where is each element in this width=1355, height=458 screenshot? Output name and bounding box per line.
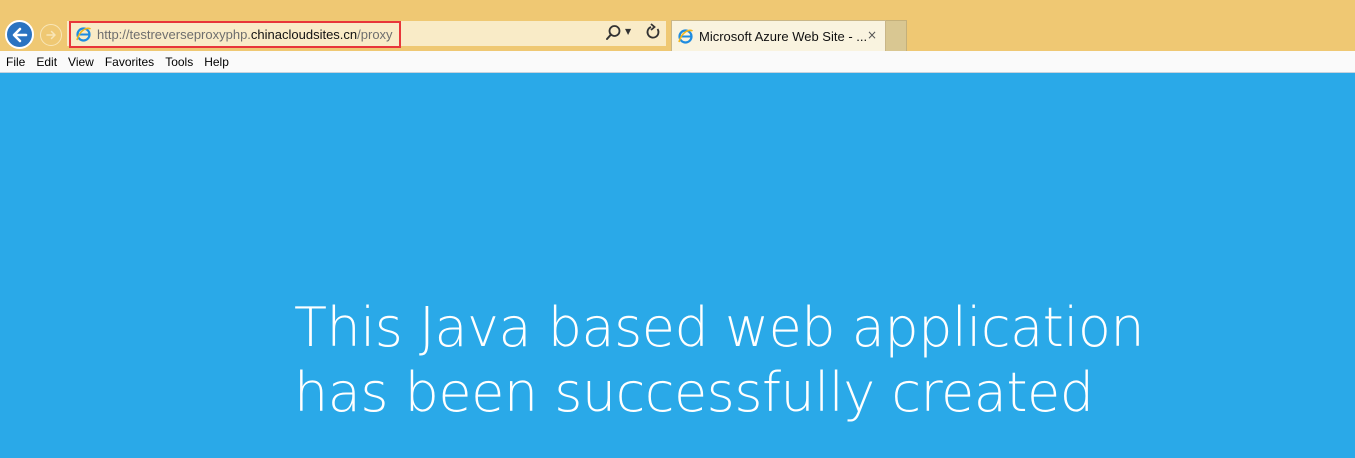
page-headline: This Java based web application has been… (294, 295, 1145, 425)
forward-button[interactable] (40, 24, 62, 46)
menu-help[interactable]: Help (204, 55, 229, 69)
internet-explorer-icon (76, 27, 91, 42)
url-text[interactable]: http://testreverseproxyphp.chinacloudsit… (97, 27, 393, 42)
browser-tab[interactable]: Microsoft Azure Web Site - ... × (671, 20, 886, 51)
page-content: This Java based web application has been… (0, 73, 1355, 458)
headline-line-1: This Java based web application (294, 296, 1145, 359)
back-arrow-icon (12, 27, 27, 42)
new-tab-button[interactable] (886, 20, 907, 51)
tab-title: Microsoft Azure Web Site - ... (699, 28, 868, 44)
search-icon[interactable] (605, 24, 622, 42)
back-button[interactable] (5, 20, 34, 49)
menu-edit[interactable]: Edit (36, 55, 57, 69)
dropdown-arrow-icon[interactable]: ▼ (625, 27, 631, 36)
menu-file[interactable]: File (6, 55, 25, 69)
menu-view[interactable]: View (68, 55, 94, 69)
browser-title-bar: http://testreverseproxyphp.chinacloudsit… (0, 0, 1355, 51)
forward-arrow-icon (46, 30, 56, 40)
close-icon[interactable]: × (867, 28, 877, 42)
menu-bar: File Edit View Favorites Tools Help (0, 51, 1355, 73)
url-prefix: http://testreverseproxyphp. (97, 27, 251, 42)
internet-explorer-icon (678, 28, 693, 44)
url-highlight[interactable]: http://testreverseproxyphp.chinacloudsit… (69, 21, 401, 48)
url-suffix: /proxy (357, 27, 393, 42)
url-host: chinacloudsites.cn (250, 27, 358, 42)
headline-line-2: has been successfully created (294, 361, 1094, 424)
menu-favorites[interactable]: Favorites (105, 55, 154, 69)
address-bar[interactable]: http://testreverseproxyphp.chinacloudsit… (67, 21, 666, 48)
menu-tools[interactable]: Tools (165, 55, 193, 69)
refresh-icon[interactable] (645, 23, 661, 41)
